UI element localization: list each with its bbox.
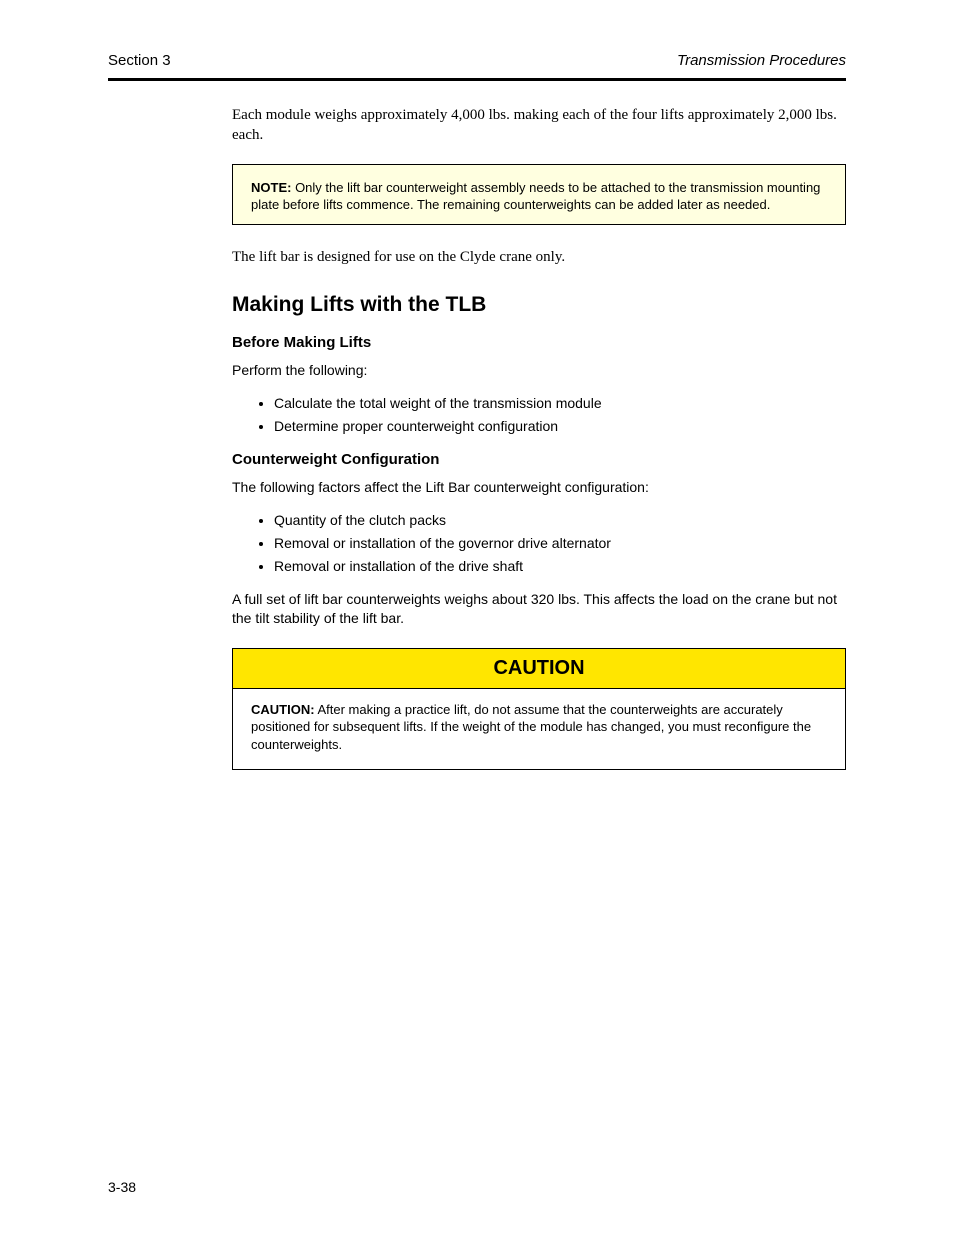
page-number: 3-38 — [108, 1179, 136, 1195]
header-title: Transmission Procedures — [677, 52, 846, 69]
note-box: NOTE: Only the lift bar counterweight as… — [232, 164, 846, 225]
lead-affect: The following factors affect the Lift Ba… — [232, 478, 846, 497]
caution-label: CAUTION: — [251, 702, 315, 717]
note-text: Only the lift bar counterweight assembly… — [251, 180, 820, 213]
header-rule — [108, 78, 846, 81]
list-item: Determine proper counterweight configura… — [274, 417, 846, 436]
config-paragraph: A full set of lift bar counterweights we… — [232, 590, 846, 628]
list-item: Quantity of the clutch packs — [274, 511, 846, 530]
heading-counterweight: Counterweight Configuration — [232, 450, 846, 470]
list-item: Removal or installation of the governor … — [274, 534, 846, 553]
list-item: Calculate the total weight of the transm… — [274, 394, 846, 413]
heading-before-lifts: Before Making Lifts — [232, 333, 846, 353]
intro-paragraph: Each module weighs approximately 4,000 l… — [232, 105, 846, 146]
caution-text: After making a practice lift, do not ass… — [251, 702, 811, 752]
after-note-paragraph: The lift bar is designed for use on the … — [232, 247, 846, 267]
page-header: Section 3 Transmission Procedures — [108, 52, 846, 69]
caution-body: CAUTION: After making a practice lift, d… — [233, 689, 845, 770]
list-item: Removal or installation of the drive sha… — [274, 557, 846, 576]
caution-header: CAUTION — [233, 649, 845, 689]
page-content: Each module weighs approximately 4,000 l… — [232, 105, 846, 770]
before-list: Calculate the total weight of the transm… — [274, 394, 846, 436]
note-label: NOTE: — [251, 180, 291, 195]
caution-box: CAUTION CAUTION: After making a practice… — [232, 648, 846, 771]
heading-main: Making Lifts with the TLB — [232, 291, 846, 319]
lead-perform: Perform the following: — [232, 361, 846, 380]
header-section: Section 3 — [108, 52, 171, 69]
config-list: Quantity of the clutch packs Removal or … — [274, 511, 846, 576]
